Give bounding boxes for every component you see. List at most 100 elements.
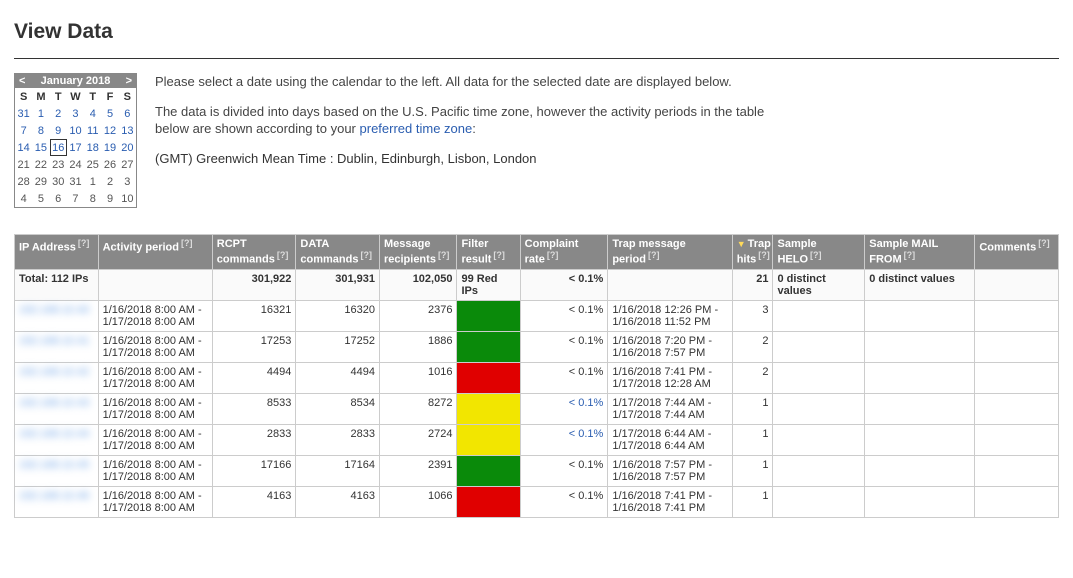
table-row: 192.168.10.461/16/2018 8:00 AM - 1/17/20…	[15, 486, 1059, 517]
calendar-day[interactable]: 15	[32, 139, 49, 156]
col-mailfrom[interactable]: Sample MAIL FROM[?]	[865, 235, 975, 270]
complaint-link[interactable]: < 0.1%	[569, 428, 604, 440]
divider	[14, 58, 1059, 59]
col-rcpt[interactable]: RCPT commands[?]	[212, 235, 296, 270]
table-row: 192.168.10.441/16/2018 8:00 AM - 1/17/20…	[15, 424, 1059, 455]
trap-period-cell: 1/16/2018 7:20 PM - 1/16/2018 7:57 PM	[608, 331, 732, 362]
calendar-day[interactable]: 18	[84, 139, 101, 156]
col-complaint[interactable]: Complaint rate[?]	[520, 235, 608, 270]
calendar-day[interactable]: 6	[119, 105, 136, 122]
col-msg[interactable]: Message recipients[?]	[379, 235, 456, 270]
col-trap-hits[interactable]: ▼Trap hits[?]	[732, 235, 773, 270]
calendar-day: 6	[50, 190, 67, 207]
rcpt-cell: 17253	[212, 331, 296, 362]
col-trap-period[interactable]: Trap message period[?]	[608, 235, 732, 270]
data-cell: 16320	[296, 300, 380, 331]
help-icon[interactable]: [?]	[277, 250, 289, 260]
calendar-day[interactable]: 5	[101, 105, 118, 122]
comments-cell	[975, 486, 1059, 517]
calendar-day[interactable]: 17	[67, 139, 84, 156]
trap-hits-cell: 2	[732, 331, 773, 362]
calendar-next-button[interactable]: >	[124, 75, 134, 87]
calendar-day[interactable]: 14	[15, 139, 32, 156]
help-icon[interactable]: [?]	[181, 238, 193, 248]
col-ip[interactable]: IP Address[?]	[15, 235, 99, 270]
comments-cell	[975, 331, 1059, 362]
calendar-day[interactable]: 20	[119, 139, 136, 156]
col-helo[interactable]: Sample HELO[?]	[773, 235, 865, 270]
ip-cell[interactable]: 192.168.10.40	[15, 300, 99, 331]
trap-hits-cell: 1	[732, 455, 773, 486]
help-icon[interactable]: [?]	[547, 250, 559, 260]
trap-hits-cell: 2	[732, 362, 773, 393]
intro-text: Please select a date using the calendar …	[155, 73, 795, 208]
trap-period-cell: 1/16/2018 7:57 PM - 1/16/2018 7:57 PM	[608, 455, 732, 486]
calendar-day[interactable]: 19	[101, 139, 118, 156]
ip-cell[interactable]: 192.168.10.42	[15, 362, 99, 393]
calendar-day[interactable]: 2	[50, 105, 67, 122]
mailfrom-cell	[865, 393, 975, 424]
complaint-link[interactable]: < 0.1%	[569, 397, 604, 409]
sort-desc-icon: ▼	[737, 239, 746, 249]
col-activity[interactable]: Activity period[?]	[98, 235, 212, 270]
filter-cell	[457, 424, 520, 455]
help-icon[interactable]: [?]	[78, 238, 90, 248]
ip-cell[interactable]: 192.168.10.41	[15, 331, 99, 362]
calendar-prev-button[interactable]: <	[17, 75, 27, 87]
col-comments[interactable]: Comments[?]	[975, 235, 1059, 270]
calendar-month-label: January 2018	[27, 75, 123, 87]
calendar-day[interactable]: 7	[15, 122, 32, 139]
help-icon[interactable]: [?]	[493, 250, 505, 260]
calendar-day[interactable]: 4	[84, 105, 101, 122]
calendar-day[interactable]: 9	[50, 122, 67, 139]
table-row: 192.168.10.451/16/2018 8:00 AM - 1/17/20…	[15, 455, 1059, 486]
calendar-day: 1	[84, 173, 101, 190]
intro-p1: Please select a date using the calendar …	[155, 73, 795, 91]
help-icon[interactable]: [?]	[360, 250, 372, 260]
col-data[interactable]: DATA commands[?]	[296, 235, 380, 270]
help-icon[interactable]: [?]	[1038, 238, 1050, 248]
help-icon[interactable]: [?]	[648, 250, 660, 260]
calendar-day: 22	[32, 156, 49, 173]
calendar-day[interactable]: 8	[32, 122, 49, 139]
activity-cell: 1/16/2018 8:00 AM - 1/17/2018 8:00 AM	[98, 424, 212, 455]
help-icon[interactable]: [?]	[758, 250, 770, 260]
rcpt-cell: 8533	[212, 393, 296, 424]
ip-cell[interactable]: 192.168.10.45	[15, 455, 99, 486]
ip-cell[interactable]: 192.168.10.43	[15, 393, 99, 424]
help-icon[interactable]: [?]	[438, 250, 450, 260]
preferred-timezone-link[interactable]: preferred time zone	[360, 121, 473, 136]
comments-cell	[975, 362, 1059, 393]
calendar-day[interactable]: 11	[84, 122, 101, 139]
rcpt-cell: 2833	[212, 424, 296, 455]
col-filter[interactable]: Filter result[?]	[457, 235, 520, 270]
calendar-dow-cell: S	[15, 88, 32, 105]
trap-hits-cell: 3	[732, 300, 773, 331]
total-msg: 102,050	[379, 269, 456, 300]
calendar-day[interactable]: 31	[15, 105, 32, 122]
msg-cell: 1886	[379, 331, 456, 362]
calendar-dow-row: SMTWTFS	[15, 88, 136, 105]
calendar-week-row: 28293031123	[15, 173, 136, 190]
complaint-cell: < 0.1%	[520, 424, 608, 455]
calendar-day[interactable]: 1	[32, 105, 49, 122]
calendar-day: 24	[67, 156, 84, 173]
calendar-body: 3112345678910111213141516171819202122232…	[15, 105, 136, 207]
activity-cell: 1/16/2018 8:00 AM - 1/17/2018 8:00 AM	[98, 362, 212, 393]
calendar-day[interactable]: 12	[101, 122, 118, 139]
help-icon[interactable]: [?]	[904, 250, 916, 260]
calendar-day[interactable]: 10	[67, 122, 84, 139]
calendar-day[interactable]: 16	[50, 139, 67, 156]
helo-cell	[773, 424, 865, 455]
trap-period-cell: 1/17/2018 6:44 AM - 1/17/2018 6:44 AM	[608, 424, 732, 455]
helo-cell	[773, 393, 865, 424]
ip-cell[interactable]: 192.168.10.44	[15, 424, 99, 455]
calendar-day[interactable]: 13	[119, 122, 136, 139]
ip-cell[interactable]: 192.168.10.46	[15, 486, 99, 517]
comments-cell	[975, 455, 1059, 486]
calendar-day: 2	[101, 173, 118, 190]
calendar-day[interactable]: 3	[67, 105, 84, 122]
help-icon[interactable]: [?]	[810, 250, 822, 260]
total-rcpt: 301,922	[212, 269, 296, 300]
rcpt-cell: 17166	[212, 455, 296, 486]
